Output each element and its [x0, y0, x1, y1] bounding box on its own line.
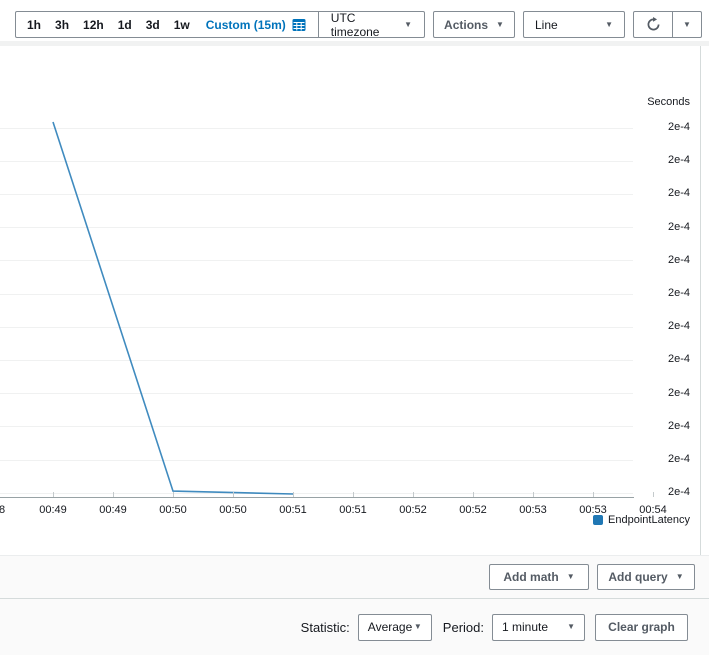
add-math-button[interactable]: Add math ▼	[489, 564, 589, 590]
x-tick-mark	[173, 492, 174, 497]
x-tick-mark	[413, 492, 414, 497]
clear-graph-label: Clear graph	[608, 620, 675, 634]
refresh-icon	[645, 16, 662, 33]
time-range-group: 1h3h12h1d3d1w Custom (15m) UTC timezone …	[15, 11, 425, 38]
period-select[interactable]: 1 minute ▼	[492, 614, 585, 641]
statistic-value: Average	[368, 620, 412, 634]
x-tick-label: 00:49	[99, 504, 127, 516]
time-range-button-1h[interactable]: 1h	[20, 12, 48, 37]
actions-button[interactable]: Actions ▼	[433, 11, 515, 38]
time-range-button-3d[interactable]: 3d	[139, 12, 167, 37]
statistic-select[interactable]: Average ▼	[358, 614, 432, 641]
statistic-period-bar: Statistic: Average ▼ Period: 1 minute ▼ …	[0, 599, 709, 655]
add-math-label: Add math	[503, 570, 558, 584]
metric-graph-panel: 1h3h12h1d3d1w Custom (15m) UTC timezone …	[0, 0, 709, 655]
refresh-options-button[interactable]: ▼	[672, 12, 701, 37]
series-line-EndpointLatency	[53, 122, 293, 494]
chevron-down-icon: ▼	[414, 623, 422, 631]
x-tick-label: 00:49	[39, 504, 67, 516]
statistic-label: Statistic:	[301, 620, 350, 635]
refresh-button-group: ▼	[633, 11, 702, 38]
chevron-down-icon: ▼	[567, 573, 575, 581]
metric-line-chart[interactable]	[0, 46, 700, 555]
x-tick-label: 00:52	[399, 504, 427, 516]
period-label: Period:	[443, 620, 484, 635]
add-query-button[interactable]: Add query ▼	[597, 564, 695, 590]
chevron-down-icon: ▼	[683, 21, 691, 29]
calendar-icon	[292, 18, 306, 32]
time-range-button-3h[interactable]: 3h	[48, 12, 76, 37]
chevron-down-icon: ▼	[605, 21, 613, 29]
x-tick-label: 8	[0, 504, 5, 516]
query-actions-bar: Add math ▼ Add query ▼	[0, 555, 709, 598]
x-tick-mark	[593, 492, 594, 497]
x-tick-mark	[233, 492, 234, 497]
x-tick-mark	[473, 492, 474, 497]
timezone-value: UTC timezone	[331, 11, 404, 39]
chart-toolbar: 1h3h12h1d3d1w Custom (15m) UTC timezone …	[15, 11, 702, 38]
x-tick-mark	[293, 492, 294, 497]
chevron-down-icon: ▼	[496, 21, 504, 29]
time-range-button-1w[interactable]: 1w	[167, 12, 197, 37]
x-tick-label: 00:50	[219, 504, 247, 516]
custom-range-button[interactable]: Custom (15m)	[197, 12, 312, 37]
refresh-button[interactable]	[634, 12, 672, 37]
x-tick-label: 00:51	[339, 504, 367, 516]
add-query-label: Add query	[608, 570, 667, 584]
chart-type-select[interactable]: Line ▼	[523, 11, 625, 38]
x-tick-mark	[113, 492, 114, 497]
chevron-down-icon: ▼	[567, 623, 575, 631]
time-range-button-12h[interactable]: 12h	[76, 12, 111, 37]
x-tick-mark	[353, 492, 354, 497]
x-tick-mark	[533, 492, 534, 497]
chevron-down-icon: ▼	[404, 21, 412, 29]
x-tick-mark	[53, 492, 54, 497]
x-tick-label: 00:50	[159, 504, 187, 516]
legend-color-swatch	[593, 515, 603, 525]
x-tick-mark	[653, 492, 654, 497]
chart-legend[interactable]: EndpointLatency	[593, 514, 690, 526]
x-tick-label: 00:51	[279, 504, 307, 516]
period-value: 1 minute	[502, 620, 548, 634]
custom-range-label: Custom (15m)	[206, 18, 286, 32]
timezone-dropdown[interactable]: UTC timezone ▼	[319, 12, 424, 37]
clear-graph-button[interactable]: Clear graph	[595, 614, 688, 641]
time-range-button-1d[interactable]: 1d	[111, 12, 139, 37]
chart-type-value: Line	[535, 18, 558, 32]
x-axis-line	[0, 497, 634, 498]
actions-label: Actions	[444, 18, 488, 32]
x-tick-label: 00:52	[459, 504, 487, 516]
x-tick-label: 00:53	[519, 504, 547, 516]
legend-series-label: EndpointLatency	[608, 514, 690, 526]
chevron-down-icon: ▼	[676, 573, 684, 581]
